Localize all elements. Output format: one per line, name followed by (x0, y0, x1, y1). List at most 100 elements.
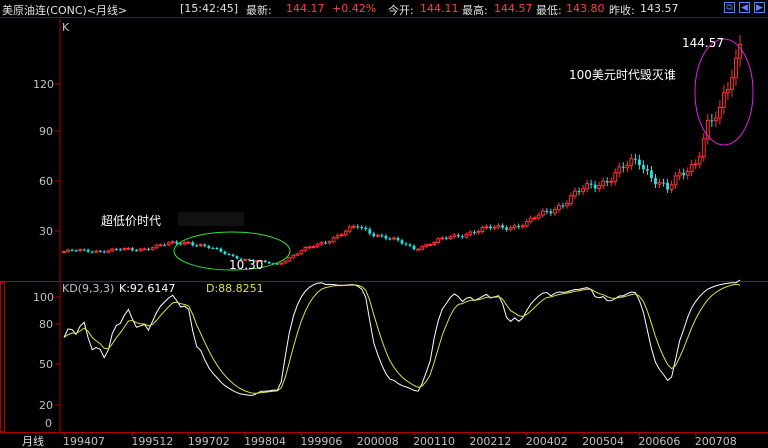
candle (179, 243, 183, 245)
candle (581, 188, 585, 193)
candle (223, 251, 227, 254)
redacted-box (178, 212, 244, 226)
candle (74, 250, 78, 252)
candle (364, 227, 368, 230)
x-tick-label: 199702 (188, 435, 230, 448)
candle (585, 183, 590, 190)
candle (605, 181, 609, 183)
candle (440, 237, 445, 240)
x-axis-label: 月线 (22, 434, 44, 448)
candle (207, 246, 211, 248)
candle (685, 171, 690, 176)
candle (118, 249, 122, 251)
candle (505, 227, 509, 230)
x-tick-label: 200402 (526, 435, 568, 448)
x-tick-label: 200110 (413, 435, 455, 448)
candle (536, 214, 541, 219)
candle (464, 233, 469, 238)
candle (609, 180, 614, 183)
candle (227, 253, 231, 255)
candle (456, 235, 460, 237)
candle (693, 163, 698, 166)
candle (501, 225, 505, 228)
candle (384, 235, 388, 239)
high-value-label: 144.57 (682, 36, 724, 50)
candle (549, 211, 553, 214)
x-tick-label: 200008 (357, 435, 399, 448)
candle (94, 250, 99, 253)
x-tick-label: 200212 (469, 435, 511, 448)
candle (710, 120, 714, 122)
candle (175, 241, 179, 244)
candle (650, 170, 653, 179)
candle (106, 250, 111, 253)
candle (62, 250, 66, 253)
candle (682, 172, 686, 176)
candle (360, 227, 364, 229)
candle (102, 251, 106, 253)
candle (150, 247, 155, 251)
candle (629, 158, 634, 166)
candle (520, 225, 525, 228)
candle (195, 245, 199, 247)
candle (540, 210, 545, 216)
candle (642, 165, 645, 170)
candle (331, 237, 336, 243)
candle (263, 260, 267, 263)
candle (375, 234, 380, 237)
candle (86, 249, 90, 252)
candle (713, 117, 718, 122)
kd-panel-label: KD(9,3,3) (62, 282, 114, 295)
candle (291, 254, 296, 259)
candle (448, 236, 453, 239)
candle (496, 224, 501, 228)
candle (114, 248, 118, 250)
candle (404, 243, 408, 245)
candle (138, 248, 143, 251)
candle (669, 184, 674, 190)
candle (730, 77, 734, 90)
candle (356, 226, 360, 228)
high-era-note: 100美元时代毁灭谁 (569, 67, 676, 82)
candle (621, 166, 625, 168)
candle (295, 253, 300, 256)
candle (219, 248, 223, 252)
candle (646, 169, 649, 171)
x-tick-label: 200606 (638, 435, 680, 448)
candle (147, 248, 150, 250)
candle (170, 241, 175, 244)
candle (126, 247, 131, 250)
candle (561, 205, 565, 207)
x-tick-label: 200708 (695, 435, 737, 448)
candle (78, 249, 83, 252)
kd-tick-label: 100 (33, 291, 54, 304)
candle (303, 247, 308, 252)
candle (315, 243, 320, 248)
low-value-label: 10.30 (229, 258, 263, 272)
y-tick-label: 120 (33, 78, 54, 91)
candle (154, 244, 159, 249)
candle (452, 234, 457, 238)
candle (593, 184, 597, 189)
candle (215, 248, 219, 250)
candle (388, 238, 392, 240)
candle (110, 248, 115, 252)
price-chart[interactable]: K 120 90 60 30 超低价时代 10.30 100美元时代毁灭谁 14… (0, 0, 768, 448)
candle (512, 225, 517, 229)
kd-k-line (63, 279, 741, 396)
candle (633, 158, 637, 160)
candle (299, 250, 304, 255)
candle (428, 244, 433, 247)
candle (573, 190, 577, 197)
candle (380, 235, 384, 237)
candle (347, 226, 352, 232)
candle (267, 262, 271, 264)
candle (424, 244, 429, 248)
candle (198, 244, 203, 247)
candle (473, 232, 476, 234)
candle (677, 172, 682, 177)
candle (131, 248, 134, 251)
candle (589, 183, 593, 185)
candle (311, 246, 316, 249)
x-axis: 199407 199512 199702 199804 199906 200008 2001… (63, 432, 737, 448)
